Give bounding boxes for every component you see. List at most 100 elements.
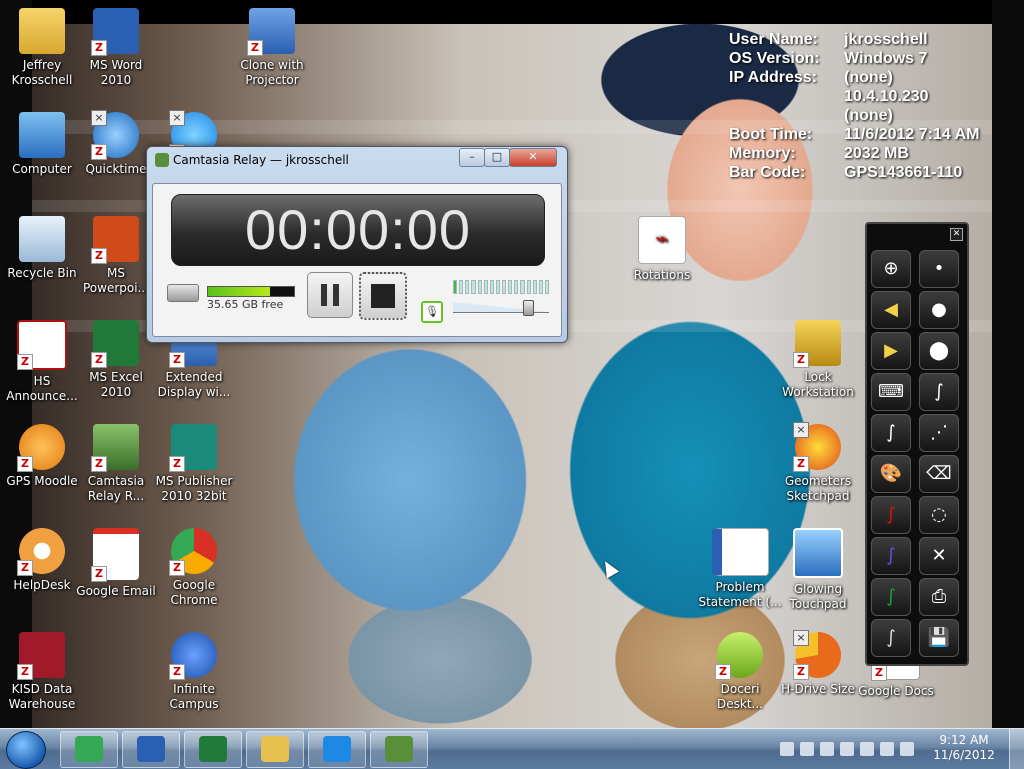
dashed-stroke-tool[interactable]: ⋰ [919,414,959,452]
redo-arrow-tool[interactable]: ▶ [871,332,911,370]
powerpoint-icon: Z [91,216,139,264]
start-button[interactable] [6,731,46,769]
thin-stroke-icon: ∫ [934,381,944,402]
save-tool[interactable]: 💾 [919,619,959,657]
level-segment [538,280,543,294]
desktop-icon-kisd[interactable]: Z KISD Data Warehouse [0,632,84,712]
medium-dot-icon: ● [931,299,947,320]
desktop-icon-hdrive[interactable]: × Z H-Drive Size [776,630,860,697]
red-pen-icon: ∫ [886,504,896,525]
desktop-icon-clone[interactable]: Z Clone with Projector [230,8,314,88]
taskbar-chrome-button[interactable] [60,731,118,768]
desktop-icon-msword[interactable]: Z MS Word 2010 [74,8,158,88]
small-dot-tool[interactable]: • [919,250,959,288]
clock[interactable]: 9:12 AM 11/6/2012 [930,733,998,763]
taskbar-word-button[interactable] [122,731,180,768]
camtasia-relay-icon: Z [91,424,139,472]
desktop-icon-hs[interactable]: Z HS Announce... [0,320,84,404]
minimize-button[interactable]: – [459,148,485,167]
desktop-icon-jeffrey[interactable]: Jeffrey Krosschell [0,8,84,88]
show-desktop-button[interactable] [1009,729,1024,769]
taskbar-excel-button[interactable] [184,731,242,768]
sysinfo-key: Boot Time: [729,126,813,143]
camtasia-relay-icon [155,153,169,167]
close-button[interactable]: ✕ [509,148,557,167]
network-icon[interactable] [820,742,834,756]
sysinfo-value: Windows 7 [844,50,928,67]
pause-button[interactable] [307,272,353,318]
desktop-icon-recycle[interactable]: Recycle Bin [0,216,84,281]
green-pen-tool[interactable]: ∫ [871,578,911,616]
volume-thumb[interactable] [523,300,534,316]
level-segment [502,280,507,294]
pen-select-tool[interactable]: ∫ [871,414,911,452]
desktop-icon-helpdesk[interactable]: Z HelpDesk [0,528,84,593]
desktop-icon-lock[interactable]: Z Lock Workstation [776,320,860,400]
desktop-icon-label: Recycle Bin [7,266,77,280]
desktop-icon-label: Google Email [76,584,156,598]
desktop-icon-publisher[interactable]: Z MS Publisher 2010 32bit [152,424,236,504]
desktop-icon-label: MS Word 2010 [89,58,143,87]
level-segment [483,280,488,294]
stop-button[interactable] [359,272,407,320]
desktop-icon-rotations[interactable]: ⌁ Rotations [620,216,704,283]
desktop-icon-gmail[interactable]: Z Google Email [74,528,158,599]
disk-space-bar [207,286,295,297]
eraser-tool[interactable]: ⌫ [919,455,959,493]
black-pen-tool[interactable]: ∫ [871,619,911,657]
desktop-icon-chrome[interactable]: Z Google Chrome [152,528,236,608]
desktop-icon-glowing[interactable]: Glowing Touchpad [776,528,860,612]
medium-dot-tool[interactable]: ● [919,291,959,329]
pie-chart-icon: × Z [793,630,841,680]
doceri-toolbar: ✕ ⊕ ◀ ▶ ⌨ ∫ 🎨 ∫ ∫ ∫ ∫ • ● ⬤ ∫ ⋰ ⌫ ◌ ✕ ⎙ 💾 [865,222,969,666]
volume-slider[interactable] [453,300,549,316]
camtasia-relay-window[interactable]: Camtasia Relay — jkrosschell – □ ✕ 00:00… [146,146,568,343]
desktop-icon-geometers[interactable]: × Z Geometers Sketchpad [776,422,860,504]
desktop-icon-camtasia[interactable]: Z Camtasia Relay R... [74,424,158,504]
level-segment [465,280,470,294]
desktop-icon-computer[interactable]: Computer [0,112,84,177]
taskbar-camtasia-button[interactable] [370,731,428,768]
monitor-icon[interactable] [860,742,874,756]
sysinfo-key: User Name: [729,31,818,48]
desktop-icon-label: KISD Data Warehouse [8,682,76,711]
desktop-icon-label: MS Powerpoi... [82,266,150,295]
action-center-icon[interactable] [800,742,814,756]
projector-icon[interactable] [880,742,894,756]
internet-explorer-icon [323,736,351,762]
desktop-icon-label: Problem Statement (... [698,580,782,609]
printer-tool[interactable]: ⎙ [919,578,959,616]
keyboard-tool[interactable]: ⌨ [871,373,911,411]
desktop-icon-label: Rotations [633,268,691,282]
camtasia-relay-icon [385,736,413,762]
taskbar-explorer-button[interactable] [246,731,304,768]
pen-select-icon: ∫ [886,422,896,443]
desktop-icon-infinite[interactable]: Z Infinite Campus [152,632,236,712]
purple-pen-tool[interactable]: ∫ [871,537,911,575]
sysinfo-value: 10.4.10.230 [844,88,929,105]
clear-eraser-tool[interactable]: ✕ [919,537,959,575]
palette-tool[interactable]: 🎨 [871,455,911,493]
maximize-button[interactable]: □ [484,148,510,167]
level-segment [532,280,537,294]
desktop-icon-moodle[interactable]: Z GPS Moodle [0,424,84,489]
microphone-toggle[interactable]: 🎙 [421,301,443,323]
sysinfo-key: IP Address: [729,69,818,86]
large-dot-tool[interactable]: ⬤ [919,332,959,370]
desktop-icon-label: Doceri Deskt... [717,682,763,711]
volume-icon[interactable] [900,742,914,756]
desktop-icon-doceri[interactable]: Z Doceri Deskt... [698,632,782,712]
taskbar-ie-button[interactable] [308,731,366,768]
lasso-eraser-tool[interactable]: ◌ [919,496,959,534]
sysinfo-value: (none) [844,107,893,124]
thin-stroke-tool[interactable]: ∫ [919,373,959,411]
security-icon[interactable] [780,742,794,756]
bluetooth-icon[interactable] [840,742,854,756]
undo-arrow-tool[interactable]: ◀ [871,291,911,329]
desktop-icon-problem[interactable]: Problem Statement (... [698,528,782,610]
small-dot-icon: • [933,258,945,279]
sysinfo-row: (none) [729,106,980,125]
doceri-close-button[interactable]: ✕ [950,228,963,241]
red-pen-tool[interactable]: ∫ [871,496,911,534]
zoom-pan-tool[interactable]: ⊕ [871,250,911,288]
